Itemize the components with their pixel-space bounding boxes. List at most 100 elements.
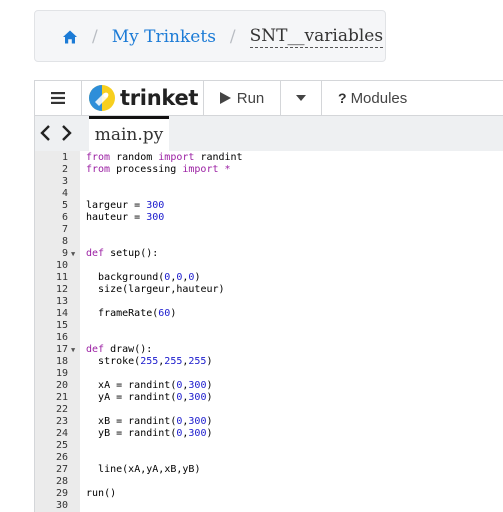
code-line: 23 xB = randint(0,300) xyxy=(35,416,503,428)
code-text: run() xyxy=(86,488,117,499)
line-number: 19 xyxy=(55,368,68,379)
line-number: 10 xyxy=(55,260,68,271)
tab-nav xyxy=(39,124,73,142)
code-line: 6 hauteur = 300 xyxy=(35,212,503,224)
breadcrumb-link-my-trinkets[interactable]: My Trinkets xyxy=(112,27,216,47)
code-line: 27 line(xA,yA,xB,yB) xyxy=(35,464,503,476)
code-line: 29 run() xyxy=(35,488,503,500)
code-line: 13 xyxy=(35,296,503,308)
code-line: 9 ▼ def setup(): xyxy=(35,248,503,260)
line-number: 26 xyxy=(55,452,68,463)
brand-name: trinket xyxy=(120,86,199,110)
trinket-title[interactable]: SNT__variables xyxy=(249,26,384,48)
home-icon[interactable] xyxy=(62,29,78,45)
menu-button[interactable] xyxy=(35,81,82,115)
code-line: 19 xyxy=(35,368,503,380)
line-number: 9 xyxy=(61,248,68,259)
toolbar: trinket Run ? Modules xyxy=(34,80,503,116)
line-number: 6 xyxy=(61,212,68,223)
line-number: 24 xyxy=(55,428,68,439)
code-text: xB = randint(0,300) xyxy=(98,416,213,427)
breadcrumb-row: / My Trinkets / SNT__variables xyxy=(62,11,384,63)
line-number: 8 xyxy=(61,236,68,247)
line-number: 23 xyxy=(55,416,68,427)
run-button[interactable]: Run xyxy=(204,81,281,115)
line-number: 2 xyxy=(61,164,68,175)
chevron-left-icon[interactable] xyxy=(39,124,53,142)
line-number: 1 xyxy=(61,152,68,163)
chevron-right-icon[interactable] xyxy=(59,124,73,142)
code-text: largeur = 300 xyxy=(86,200,165,211)
question-icon: ? xyxy=(338,90,347,106)
line-number: 25 xyxy=(55,440,68,451)
trinket-logo[interactable]: trinket xyxy=(82,81,204,115)
play-icon xyxy=(219,92,231,104)
line-number: 29 xyxy=(55,488,68,499)
code-line: 14 frameRate(60) xyxy=(35,308,503,320)
line-number: 12 xyxy=(55,284,68,295)
code-line: 25 xyxy=(35,440,503,452)
line-number: 11 xyxy=(55,272,68,283)
line-number: 4 xyxy=(61,188,68,199)
code-line: 30 xyxy=(35,500,503,512)
trinket-logo-icon xyxy=(89,85,115,111)
line-number: 27 xyxy=(55,464,68,475)
line-number: 20 xyxy=(55,380,68,391)
fold-toggle-icon[interactable]: ▼ xyxy=(71,344,75,356)
modules-button[interactable]: ? Modules xyxy=(322,81,407,115)
code-line: 4 xyxy=(35,188,503,200)
code-text: yA = randint(0,300) xyxy=(98,392,213,403)
code-line: 8 xyxy=(35,236,503,248)
line-number: 17 xyxy=(55,344,68,355)
code-text: line(xA,yA,xB,yB) xyxy=(98,464,201,475)
run-options-dropdown[interactable] xyxy=(281,81,322,115)
line-number: 18 xyxy=(55,356,68,367)
line-number: 28 xyxy=(55,476,68,487)
code-text: from processing import * xyxy=(86,164,231,175)
breadcrumb: / My Trinkets / SNT__variables xyxy=(34,10,386,62)
line-number: 7 xyxy=(61,224,68,235)
code-editor[interactable]: 1 from random import randint 2 from process… xyxy=(34,151,503,512)
code-text: xA = randint(0,300) xyxy=(98,380,213,391)
code-line: 11 background(0,0,0) xyxy=(35,272,503,284)
code-line: 24 yB = randint(0,300) xyxy=(35,428,503,440)
line-number: 14 xyxy=(55,308,68,319)
code-line: 12 size(largeur,hauteur) xyxy=(35,284,503,296)
line-number: 15 xyxy=(55,320,68,331)
code-text: def setup(): xyxy=(86,248,159,259)
code-line: 17 ▼ def draw(): xyxy=(35,344,503,356)
line-number: 22 xyxy=(55,404,68,415)
code-text: from random import randint xyxy=(86,152,243,163)
line-number: 3 xyxy=(61,176,68,187)
code-line: 5 largeur = 300 xyxy=(35,200,503,212)
code-line: 2 from processing import * xyxy=(35,164,503,176)
code-line: 16 xyxy=(35,332,503,344)
code-line: 7 xyxy=(35,224,503,236)
code-line: 10 xyxy=(35,260,503,272)
breadcrumb-separator: / xyxy=(229,27,236,47)
code-line: 20 xA = randint(0,300) xyxy=(35,380,503,392)
code-line: 26 xyxy=(35,452,503,464)
code-line: 28 xyxy=(35,476,503,488)
code-line: 15 xyxy=(35,320,503,332)
line-number: 21 xyxy=(55,392,68,403)
code-lines: 1 from random import randint 2 from process… xyxy=(35,152,503,512)
code-text: yB = randint(0,300) xyxy=(98,428,213,439)
fold-toggle-icon[interactable]: ▼ xyxy=(71,248,75,260)
line-number: 13 xyxy=(55,296,68,307)
line-number: 16 xyxy=(55,332,68,343)
file-tab-bar: main.py xyxy=(34,116,503,151)
hamburger-icon xyxy=(51,92,65,104)
code-line: 3 xyxy=(35,176,503,188)
code-text: background(0,0,0) xyxy=(98,272,201,283)
code-text: frameRate(60) xyxy=(98,308,177,319)
breadcrumb-separator: / xyxy=(92,27,98,47)
code-line: 1 from random import randint xyxy=(35,152,503,164)
code-line: 22 xyxy=(35,404,503,416)
modules-label: Modules xyxy=(350,89,408,107)
code-line: 18 stroke(255,255,255) xyxy=(35,356,503,368)
line-number: 30 xyxy=(55,500,68,511)
line-number: 5 xyxy=(61,200,68,211)
tab-main-py[interactable]: main.py xyxy=(89,116,169,151)
code-text: def draw(): xyxy=(86,344,153,355)
